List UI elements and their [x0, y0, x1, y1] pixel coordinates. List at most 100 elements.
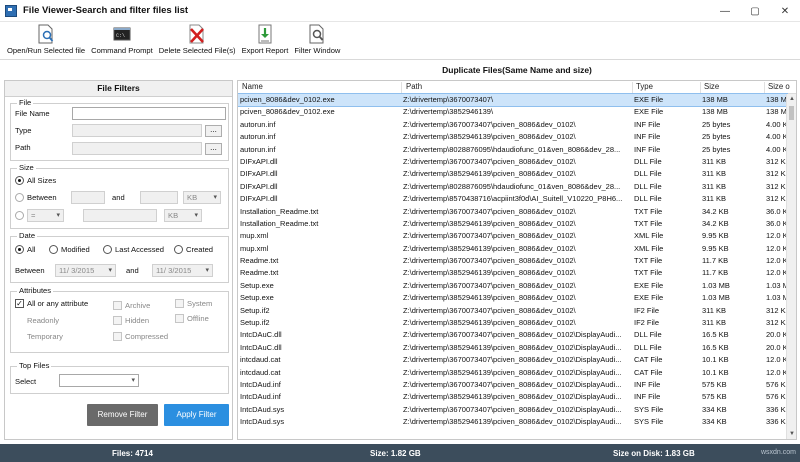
size-max-input[interactable]: [140, 191, 178, 204]
table-body: pciven_8086&dev_0102.exe Z:\drivertemp\36…: [238, 92, 789, 429]
table-row[interactable]: Setup.exe Z:\drivertemp\3852946139\pciven…: [238, 292, 789, 304]
table-row[interactable]: Installation_Readme.txt Z:\drivertemp\367…: [238, 206, 788, 218]
table-row[interactable]: autorun.inf Z:\drivertemp\8028876095\hdau…: [238, 144, 788, 156]
date-from-picker[interactable]: 11/ 3/2015 ▾: [55, 264, 116, 277]
table-row[interactable]: DIFxAPI.dll Z:\drivertemp\3852946139\pciv…: [238, 168, 787, 180]
table-row[interactable]: DIFxAPI.dll Z:\drivertemp\8570438716\acpi…: [238, 193, 787, 205]
modified-radio[interactable]: [49, 245, 58, 254]
cell-path: Z:\drivertemp\3670073407\pciven_8086&dev…: [403, 330, 622, 340]
apply-filter-button[interactable]: Apply Filter: [164, 404, 229, 426]
table-row[interactable]: DIFxAPI.dll Z:\drivertemp\3670073407\pciv…: [238, 156, 787, 168]
readonly-label: Readonly: [27, 316, 60, 325]
size-min-input[interactable]: [71, 191, 105, 204]
delete-selected-files-button[interactable]: Delete Selected File(s): [156, 22, 239, 59]
archive-label: Archive: [125, 301, 151, 310]
cell-size: 16.5 KB: [702, 342, 729, 352]
hidden-checkbox[interactable]: [113, 316, 122, 325]
column-header-path[interactable]: Path: [406, 82, 422, 91]
compare-size-radio[interactable]: [15, 211, 24, 220]
all-sizes-radio[interactable]: [15, 176, 24, 185]
table-row[interactable]: Readme.txt Z:\drivertemp\3852946139\pcive…: [238, 267, 788, 279]
cell-name: DIFxAPI.dll: [240, 194, 278, 204]
compressed-checkbox[interactable]: [113, 332, 122, 341]
cell-size: 1.03 MB: [702, 280, 730, 290]
table-row[interactable]: mup.xml Z:\drivertemp\3670073407\pciven_8…: [238, 230, 788, 242]
files-count: Files: 4714: [112, 449, 153, 458]
date-from-value: 11/ 3/2015: [59, 266, 95, 275]
column-header-size[interactable]: Size: [704, 82, 719, 91]
table-row[interactable]: IntcDAuC.dll Z:\drivertemp\3852946139\pci…: [238, 342, 788, 354]
top-files-select[interactable]: ▾: [59, 374, 139, 387]
table-row[interactable]: mup.xml Z:\drivertemp\3852946139\pciven_8…: [238, 243, 788, 255]
file-name-input[interactable]: [72, 107, 226, 120]
all-or-any-attribute-checkbox[interactable]: ✓: [15, 299, 24, 308]
offline-checkbox[interactable]: [175, 314, 184, 323]
close-button[interactable]: ✕: [770, 0, 800, 22]
table-row[interactable]: pciven_8086&dev_0102.exe Z:\drivertemp\36…: [238, 92, 788, 108]
remove-filter-button[interactable]: Remove Filter: [87, 404, 158, 426]
scroll-down-icon[interactable]: ▼: [787, 429, 796, 439]
cell-type: EXE File: [634, 107, 664, 117]
type-browse-button[interactable]: ...: [205, 125, 222, 137]
cell-name: IntcDAuC.dll: [240, 330, 282, 340]
table-row[interactable]: autorun.inf Z:\drivertemp\3852946139\pciv…: [238, 131, 788, 143]
table-row[interactable]: IntcDAud.sys Z:\drivertemp\3670073407\pci…: [238, 404, 787, 416]
size-unit2-select[interactable]: KB ▾: [164, 209, 202, 222]
file-group-title: File: [17, 98, 34, 107]
table-row[interactable]: pciven_8086&dev_0102.exe Z:\drivertemp\38…: [238, 106, 787, 118]
date-all-radio[interactable]: [15, 245, 24, 254]
archive-checkbox[interactable]: [113, 301, 122, 310]
size-operator-value: =: [31, 211, 36, 220]
size-unit-select[interactable]: KB ▾: [183, 191, 221, 204]
top-files-group: Top Files Select ▾: [10, 361, 229, 394]
path-browse-button[interactable]: ...: [205, 143, 222, 155]
table-row[interactable]: IntcDAud.sys Z:\drivertemp\3852946139\pci…: [238, 416, 787, 428]
cell-path: Z:\drivertemp\3670073407\pciven_8086&dev…: [403, 355, 622, 365]
open-run-selected-file-button[interactable]: Open/Run Selected file: [4, 22, 88, 59]
path-input[interactable]: [72, 142, 202, 155]
column-header-name[interactable]: Name: [242, 82, 263, 91]
minimize-button[interactable]: —: [710, 0, 740, 22]
maximize-button[interactable]: ▢: [740, 0, 770, 22]
column-header-type[interactable]: Type: [636, 82, 653, 91]
table-row[interactable]: Setup.if2 Z:\drivertemp\3852946139\pciven…: [238, 317, 787, 329]
cell-type: CAT File: [634, 367, 663, 377]
scroll-thumb[interactable]: [789, 106, 794, 120]
table-row[interactable]: Installation_Readme.txt Z:\drivertemp\385…: [238, 218, 788, 230]
last-accessed-radio[interactable]: [103, 245, 112, 254]
filter-window-button[interactable]: Filter Window: [291, 22, 343, 59]
created-radio[interactable]: [174, 245, 183, 254]
cell-path: Z:\drivertemp\3852946139\pciven_8086&dev…: [403, 392, 622, 402]
size-value-input[interactable]: [83, 209, 157, 222]
cell-path: Z:\drivertemp\3852946139\pciven_8086&dev…: [403, 342, 622, 352]
column-header-size-on-disk[interactable]: Size o: [768, 82, 790, 91]
command-prompt-button[interactable]: C:\ Command Prompt: [88, 22, 156, 59]
title-bar: File Viewer-Search and filter files list…: [0, 0, 800, 22]
command-prompt-icon: C:\: [113, 24, 131, 44]
chevron-down-icon: ▾: [194, 212, 198, 219]
table-row[interactable]: IntcDAuC.dll Z:\drivertemp\3670073407\pci…: [238, 329, 788, 341]
export-report-button[interactable]: Export Report: [239, 22, 292, 59]
table-row[interactable]: intcdaud.cat Z:\drivertemp\3852946139\pci…: [238, 367, 788, 379]
type-input[interactable]: [72, 124, 202, 137]
table-row[interactable]: IntcDAud.inf Z:\drivertemp\3670073407\pci…: [238, 379, 787, 391]
temporary-label: Temporary: [27, 332, 63, 341]
cell-name: IntcDAud.inf: [240, 392, 281, 402]
system-checkbox[interactable]: [175, 299, 184, 308]
table-row[interactable]: autorun.inf Z:\drivertemp\3670073407\pciv…: [238, 119, 788, 131]
size-operator-select[interactable]: = ▾: [27, 209, 64, 222]
table-row[interactable]: Setup.exe Z:\drivertemp\3670073407\pciven…: [238, 280, 789, 292]
table-row[interactable]: Setup.if2 Z:\drivertemp\3670073407\pciven…: [238, 305, 787, 317]
scroll-up-icon[interactable]: ▲: [787, 94, 796, 104]
cell-name: Setup.if2: [240, 318, 270, 328]
table-row[interactable]: Readme.txt Z:\drivertemp\3670073407\pcive…: [238, 255, 788, 267]
table-row[interactable]: intcdaud.cat Z:\drivertemp\3670073407\pci…: [238, 354, 788, 366]
date-all-label: All: [27, 245, 36, 254]
cell-path: Z:\drivertemp\3852946139\pciven_8086&dev…: [403, 417, 622, 427]
between-size-radio[interactable]: [15, 193, 24, 202]
vertical-scrollbar[interactable]: ▲ ▼: [786, 94, 796, 439]
date-to-picker[interactable]: 11/ 3/2015 ▾: [152, 264, 213, 277]
table-row[interactable]: IntcDAud.inf Z:\drivertemp\3852946139\pci…: [238, 391, 787, 403]
table-row[interactable]: DIFxAPI.dll Z:\drivertemp\8028876095\hdau…: [238, 181, 787, 193]
size-on-disk: Size on Disk: 1.83 GB: [613, 449, 695, 458]
